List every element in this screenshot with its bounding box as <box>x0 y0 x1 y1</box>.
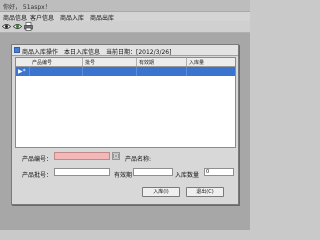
lookup-icon[interactable] <box>112 152 120 160</box>
stock-in-grid[interactable]: 产品编号 批号 有效期 入库量 ▶* <box>15 57 236 148</box>
batch-label: 产品批号： <box>22 172 53 179</box>
window-title: 你好， 51aspx！ <box>3 4 51 11</box>
stock-in-button[interactable]: 入库(I) <box>142 187 180 197</box>
grid-header: 产品编号 批号 有效期 入库量 <box>16 58 235 67</box>
column-divider[interactable] <box>186 58 187 66</box>
exit-button[interactable]: 退出(C) <box>186 187 224 197</box>
new-row-marker: ▶* <box>18 68 26 75</box>
expiry-field[interactable] <box>133 168 173 176</box>
dialog-window-icon <box>14 47 20 53</box>
cell-divider <box>136 67 137 76</box>
stock-in-dialog: 商品入库操作 本日入库信息 当前日期：[2012/3/26] 产品编号 批号 有… <box>11 44 239 205</box>
row-header-divider <box>29 67 30 76</box>
menu-bar: 商品信息 客户信息 商品入库 商品出库 <box>0 12 250 22</box>
product-name-label: 产品名称: <box>125 156 152 163</box>
eye-check-icon[interactable] <box>13 22 22 31</box>
batch-field[interactable] <box>54 168 110 176</box>
quantity-label: 入库数量 <box>175 172 200 179</box>
column-divider[interactable] <box>82 58 83 66</box>
cell-divider <box>186 67 187 76</box>
column-header-batch[interactable]: 批号 <box>85 59 95 66</box>
product-code-field[interactable] <box>54 152 110 160</box>
product-name-value <box>157 152 217 160</box>
expiry-label: 有效期 <box>114 172 133 179</box>
column-header-product-code[interactable]: 产品编号 <box>32 59 52 66</box>
quantity-field[interactable]: 0 <box>204 168 234 176</box>
dialog-titlebar: 商品入库操作 本日入库信息 当前日期：[2012/3/26] <box>12 45 238 56</box>
toolbar <box>0 21 250 33</box>
column-divider[interactable] <box>136 58 137 66</box>
eye-icon[interactable] <box>2 22 11 31</box>
column-header-expiry[interactable]: 有效期 <box>139 59 154 66</box>
printer-icon[interactable] <box>24 22 33 31</box>
table-row[interactable]: ▶* <box>16 67 235 76</box>
cell-divider <box>82 67 83 76</box>
dialog-title: 商品入库操作 本日入库信息 当前日期：[2012/3/26] <box>22 49 172 56</box>
column-header-quantity[interactable]: 入库量 <box>189 59 204 66</box>
product-code-label: 产品编号： <box>22 156 53 163</box>
window-titlebar: 你好， 51aspx！ <box>0 0 250 12</box>
